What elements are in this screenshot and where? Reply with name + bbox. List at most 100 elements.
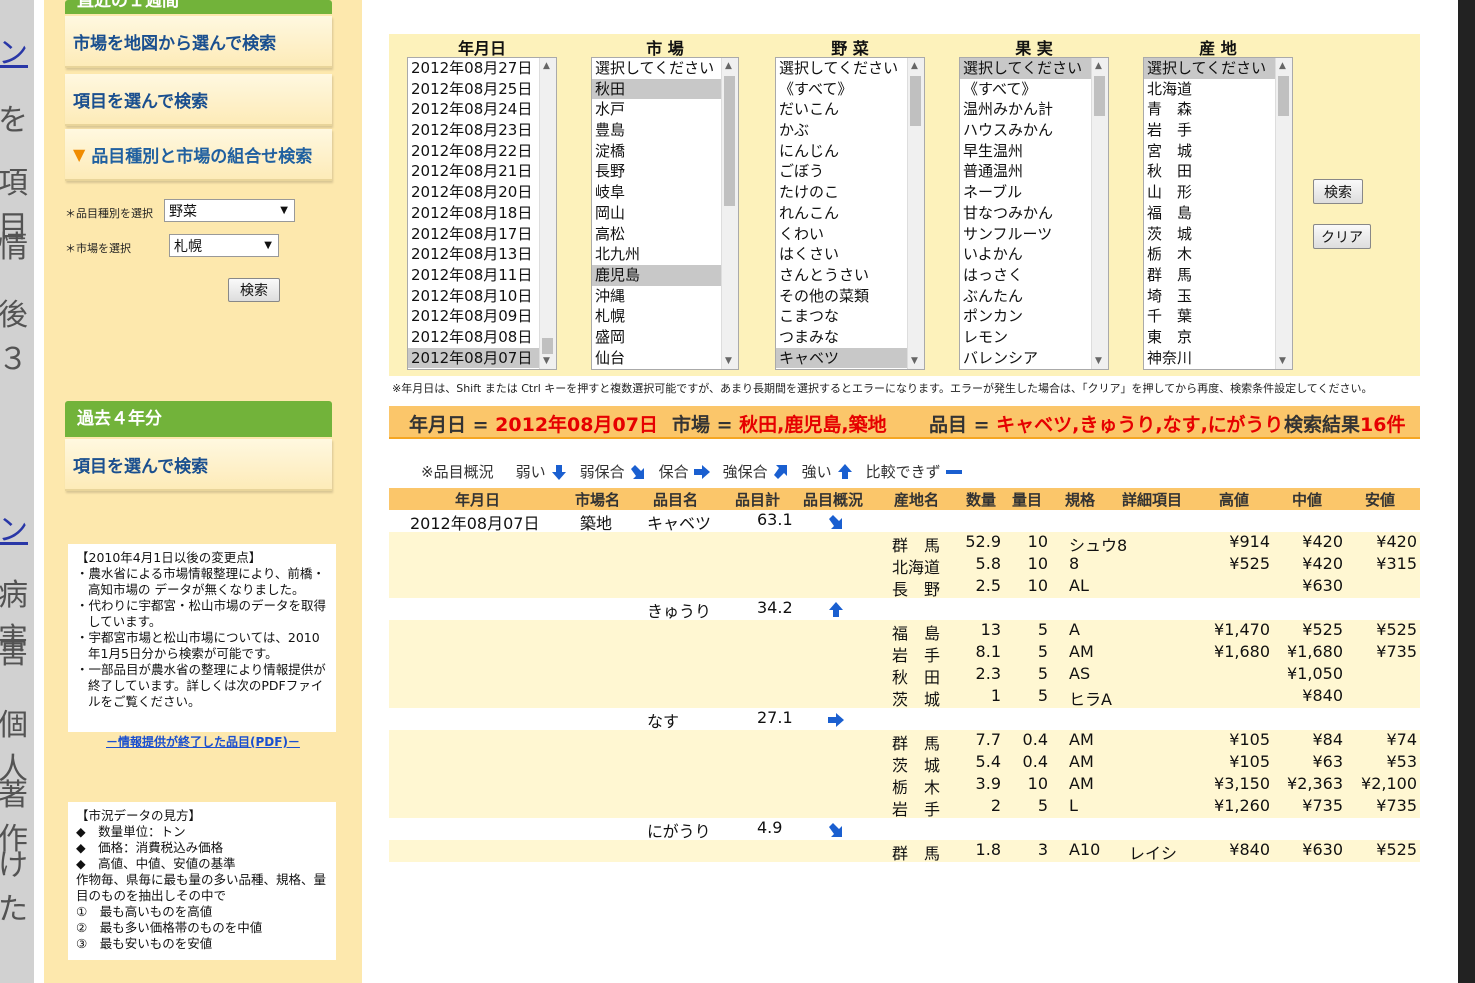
listbox-option[interactable]: 神奈川 <box>1144 348 1275 369</box>
listbox-option[interactable]: 選択してください <box>776 58 907 79</box>
listbox-option[interactable]: 早生温州 <box>960 141 1091 162</box>
listbox-scrollbar[interactable]: ▲ ▼ <box>539 58 556 369</box>
listbox-option[interactable]: 2012年08月17日 <box>408 224 539 245</box>
listbox-option[interactable]: 選択してください <box>592 58 721 79</box>
listbox-option[interactable]: 青 森 <box>1144 99 1275 120</box>
listbox-option[interactable]: 福 島 <box>1144 203 1275 224</box>
listbox-option[interactable]: 千 葉 <box>1144 306 1275 327</box>
listbox-option[interactable]: 秋田 <box>592 78 721 100</box>
listbox-option[interactable]: 2012年08月13日 <box>408 244 539 265</box>
pdf-link[interactable]: －情報提供が終了した品目(PDF)－ <box>106 733 300 750</box>
scroll-down-icon[interactable]: ▼ <box>725 356 732 366</box>
menu-combo-search[interactable]: ▼ 品目種別と市場の組合せ検索 <box>65 129 332 181</box>
listbox-scrollbar[interactable]: ▲ ▼ <box>907 58 924 369</box>
menu-map-search[interactable]: 市場を地図から選んで検索 <box>65 16 332 68</box>
listbox-option[interactable]: 沖縄 <box>592 286 721 307</box>
listbox-option[interactable]: はっさく <box>960 265 1091 286</box>
listbox-option[interactable]: その他の菜類 <box>776 286 907 307</box>
listbox-option[interactable]: 埼 玉 <box>1144 286 1275 307</box>
listbox-option[interactable]: 2012年08月21日 <box>408 161 539 182</box>
sidebar-search-button[interactable]: 検索 <box>228 278 280 302</box>
listbox-option[interactable]: 長野 <box>592 161 721 182</box>
listbox-option[interactable]: ポンカン <box>960 306 1091 327</box>
listbox-option[interactable]: 2012年08月07日 <box>408 347 539 369</box>
listbox-option[interactable]: ぶんたん <box>960 286 1091 307</box>
scroll-up-icon[interactable]: ▲ <box>725 61 732 71</box>
listbox-option[interactable]: いよかん <box>960 244 1091 265</box>
listbox-option[interactable]: 2012年08月20日 <box>408 182 539 203</box>
listbox-option[interactable]: 温州みかん計 <box>960 99 1091 120</box>
filter-clear-button[interactable]: クリア <box>1313 224 1371 249</box>
listbox-option[interactable]: 選択してください <box>1144 58 1275 79</box>
listbox-option[interactable]: 2012年08月25日 <box>408 79 539 100</box>
listbox-option[interactable]: 選択してください <box>960 58 1091 79</box>
listbox-option[interactable]: 盛岡 <box>592 327 721 348</box>
listbox-option[interactable]: たけのこ <box>776 182 907 203</box>
listbox-option[interactable]: 《すべて》 <box>776 79 907 100</box>
listbox-option[interactable]: 淀橋 <box>592 141 721 162</box>
filter-listbox[interactable]: 選択してください 秋田 水戸 豊島 淀橋 長野 岐阜 岡山 高松 北九州 鹿児島 沖縄 札幌 盛岡 仙台 ▲ ▼ <box>591 57 739 370</box>
listbox-option[interactable]: 北九州 <box>592 244 721 265</box>
menu-past-item-search[interactable]: 項目を選んで検索 <box>65 439 332 491</box>
listbox-option[interactable]: キャベツ <box>776 347 907 369</box>
scroll-thumb[interactable] <box>1278 76 1289 116</box>
listbox-option[interactable]: 仙台 <box>592 348 721 369</box>
scroll-thumb[interactable] <box>542 338 553 354</box>
listbox-option[interactable]: 茨 城 <box>1144 224 1275 245</box>
listbox-option[interactable]: 2012年08月09日 <box>408 306 539 327</box>
listbox-option[interactable]: 群 馬 <box>1144 265 1275 286</box>
listbox-option[interactable]: 2012年08月10日 <box>408 286 539 307</box>
listbox-option[interactable]: 秋 田 <box>1144 161 1275 182</box>
listbox-scrollbar[interactable]: ▲ ▼ <box>1275 58 1292 369</box>
scroll-up-icon[interactable]: ▲ <box>911 61 918 71</box>
listbox-option[interactable]: 栃 木 <box>1144 244 1275 265</box>
listbox-option[interactable]: 札幌 <box>592 306 721 327</box>
listbox-option[interactable]: 高松 <box>592 224 721 245</box>
scroll-down-icon[interactable]: ▼ <box>911 356 918 366</box>
listbox-option[interactable]: 豊島 <box>592 120 721 141</box>
listbox-option[interactable]: 東 京 <box>1144 327 1275 348</box>
listbox-option[interactable]: 2012年08月24日 <box>408 99 539 120</box>
listbox-option[interactable]: かぶ <box>776 120 907 141</box>
listbox-option[interactable]: 岩 手 <box>1144 120 1275 141</box>
listbox-option[interactable]: 2012年08月11日 <box>408 265 539 286</box>
scroll-down-icon[interactable]: ▼ <box>543 356 550 366</box>
menu-item-search[interactable]: 項目を選んで検索 <box>65 74 332 126</box>
listbox-option[interactable]: さんとうさい <box>776 265 907 286</box>
listbox-option[interactable]: 2012年08月27日 <box>408 58 539 79</box>
listbox-option[interactable]: 山 形 <box>1144 182 1275 203</box>
listbox-option[interactable]: だいこん <box>776 99 907 120</box>
listbox-scrollbar[interactable]: ▲ ▼ <box>1091 58 1108 369</box>
listbox-option[interactable]: 鹿児島 <box>592 264 721 286</box>
listbox-option[interactable]: ごぼう <box>776 161 907 182</box>
scroll-up-icon[interactable]: ▲ <box>543 61 550 71</box>
listbox-option[interactable]: 岐阜 <box>592 182 721 203</box>
listbox-option[interactable]: 水戸 <box>592 99 721 120</box>
scroll-thumb[interactable] <box>724 76 735 206</box>
listbox-option[interactable]: こまつな <box>776 306 907 327</box>
listbox-option[interactable]: 岡山 <box>592 203 721 224</box>
listbox-option[interactable]: 2012年08月23日 <box>408 120 539 141</box>
scroll-up-icon[interactable]: ▲ <box>1279 61 1286 71</box>
listbox-option[interactable]: 《すべて》 <box>960 79 1091 100</box>
listbox-option[interactable]: つまみな <box>776 327 907 348</box>
listbox-option[interactable]: 甘なつみかん <box>960 203 1091 224</box>
listbox-option[interactable]: 2012年08月22日 <box>408 141 539 162</box>
listbox-option[interactable]: 普通温州 <box>960 161 1091 182</box>
listbox-option[interactable]: 2012年08月08日 <box>408 327 539 348</box>
listbox-option[interactable]: 2012年08月18日 <box>408 203 539 224</box>
scroll-down-icon[interactable]: ▼ <box>1279 356 1286 366</box>
filter-search-button[interactable]: 検索 <box>1313 179 1363 204</box>
listbox-option[interactable]: ネーブル <box>960 182 1091 203</box>
listbox-option[interactable]: くわい <box>776 224 907 245</box>
filter-listbox[interactable]: 選択してください 《すべて》 だいこん かぶ にんじん ごぼう たけのこ れんこん くわい はくさ… <box>775 57 925 370</box>
market-select[interactable]: 札幌 ▼ <box>169 234 279 257</box>
item-type-select[interactable]: 野菜 ▼ <box>164 199 295 222</box>
listbox-option[interactable]: 北海道 <box>1144 79 1275 100</box>
listbox-option[interactable]: ハウスみかん <box>960 120 1091 141</box>
listbox-option[interactable]: バレンシア <box>960 348 1091 369</box>
scroll-down-icon[interactable]: ▼ <box>1095 356 1102 366</box>
listbox-option[interactable]: にんじん <box>776 141 907 162</box>
listbox-scrollbar[interactable]: ▲ ▼ <box>721 58 738 369</box>
filter-listbox[interactable]: 選択してください 《すべて》 温州みかん計 ハウスみかん 早生温州 普通温州 ネーブル 甘なつ… <box>959 57 1109 370</box>
